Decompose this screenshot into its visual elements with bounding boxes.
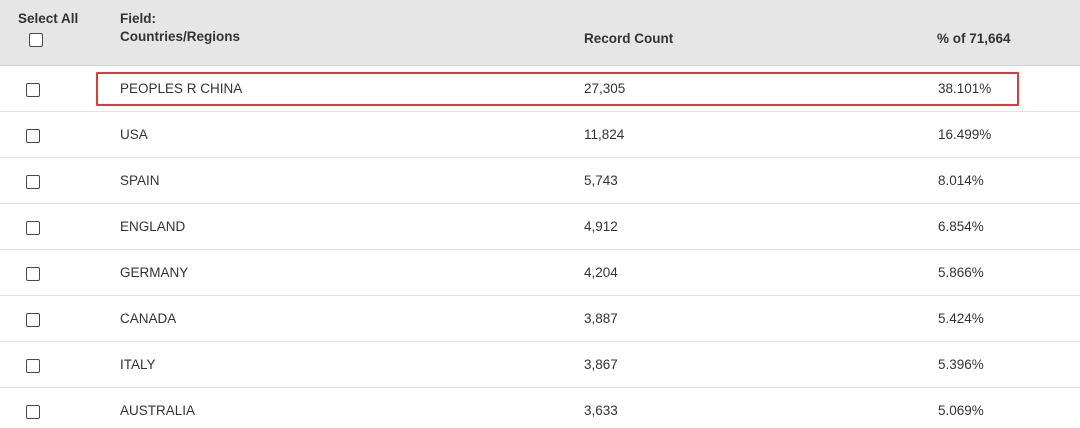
table-row: SPAIN 5,743 8.014% [0, 158, 1080, 204]
record-count: 4,204 [584, 265, 618, 280]
record-count: 3,633 [584, 403, 618, 418]
percentage: 5.069% [938, 403, 984, 418]
record-count: 5,743 [584, 173, 618, 188]
record-count: 3,887 [584, 311, 618, 326]
record-count-header: Record Count [584, 31, 674, 46]
country-name: CANADA [120, 311, 177, 326]
percentage: 5.866% [938, 265, 984, 280]
percentage: 5.424% [938, 311, 984, 326]
percentage: 5.396% [938, 357, 984, 372]
table-row: GERMANY 4,204 5.866% [0, 250, 1080, 296]
table-row: USA 11,824 16.499% [0, 112, 1080, 158]
record-count: 3,867 [584, 357, 618, 372]
record-count: 11,824 [584, 127, 625, 142]
percentage: 8.014% [938, 173, 984, 188]
country-name: ENGLAND [120, 219, 186, 234]
row-checkbox[interactable] [26, 359, 40, 373]
table-header: Select All Field: Countries/Regions Reco… [0, 0, 1080, 66]
country-name: AUSTRALIA [120, 403, 196, 418]
table-row: CANADA 3,887 5.424% [0, 296, 1080, 342]
field-column-header: Field: Countries/Regions [120, 10, 240, 46]
select-all-label: Select All [18, 11, 79, 26]
row-checkbox[interactable] [26, 175, 40, 189]
table-row: PEOPLES R CHINA 27,305 38.101% [0, 66, 1080, 112]
row-checkbox[interactable] [26, 313, 40, 327]
select-all-checkbox[interactable] [29, 33, 43, 47]
percentage: 38.101% [938, 81, 992, 96]
field-label: Field: [120, 11, 156, 26]
country-name: ITALY [120, 357, 156, 372]
country-name: PEOPLES R CHINA [120, 81, 243, 96]
percent-header: % of 71,664 [937, 31, 1011, 46]
table-row: ITALY 3,867 5.396% [0, 342, 1080, 388]
country-name: USA [120, 127, 148, 142]
row-checkbox[interactable] [26, 405, 40, 419]
table-row: ENGLAND 4,912 6.854% [0, 204, 1080, 250]
percentage: 6.854% [938, 219, 984, 234]
country-name: GERMANY [120, 265, 189, 280]
record-count: 27,305 [584, 81, 626, 96]
row-checkbox[interactable] [26, 221, 40, 235]
row-checkbox[interactable] [26, 83, 40, 97]
countries-regions-table: Select All Field: Countries/Regions Reco… [0, 0, 1080, 428]
table-row: AUSTRALIA 3,633 5.069% [0, 388, 1080, 428]
record-count: 4,912 [584, 219, 618, 234]
country-name: SPAIN [120, 173, 160, 188]
field-name: Countries/Regions [120, 29, 241, 44]
percentage: 16.499% [938, 127, 992, 142]
row-checkbox[interactable] [26, 129, 40, 143]
row-checkbox[interactable] [26, 267, 40, 281]
